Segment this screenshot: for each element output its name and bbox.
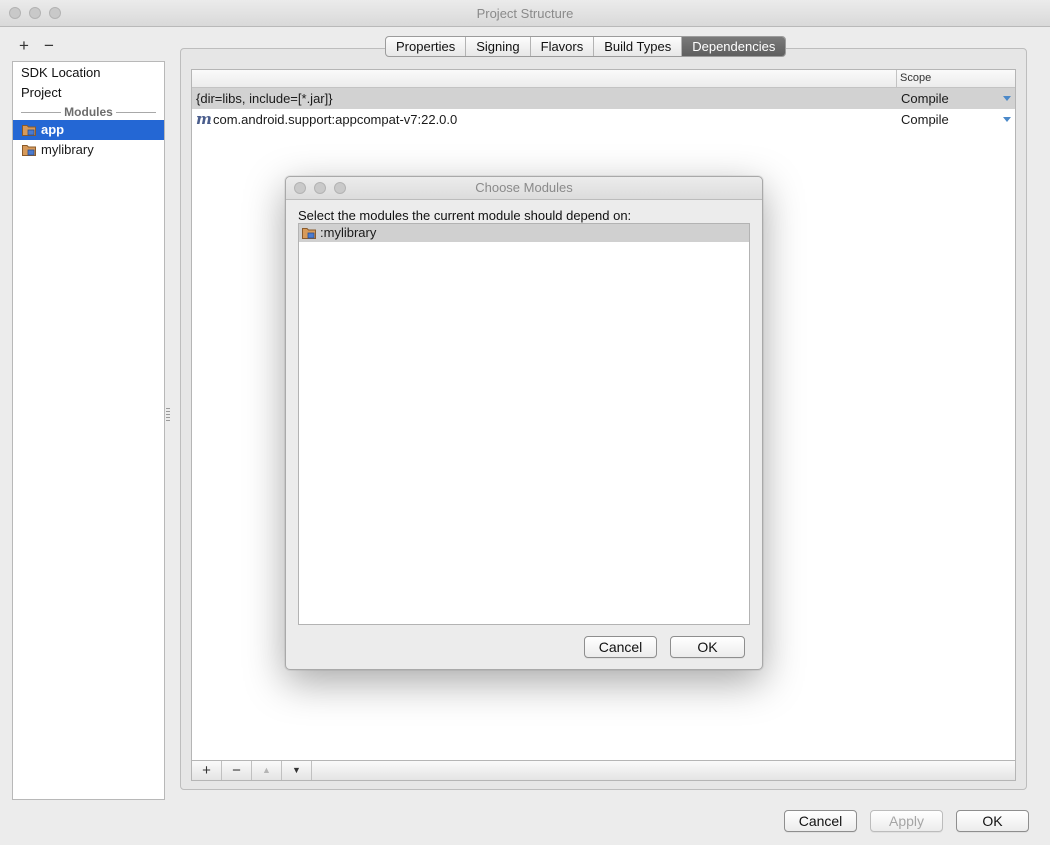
module-label: mylibrary (41, 142, 94, 157)
scope-dropdown-icon[interactable] (1003, 96, 1011, 101)
tab-properties[interactable]: Properties (386, 37, 467, 56)
tab-flavors[interactable]: Flavors (531, 37, 595, 56)
dependency-scope[interactable]: Compile (901, 88, 949, 109)
dialog-title: Choose Modules (475, 180, 573, 195)
dialog-title-bar: Choose Modules (286, 177, 762, 200)
sidebar-item-module-app[interactable]: app (13, 120, 164, 140)
module-folder-icon (22, 125, 36, 136)
dialog-ok-button[interactable]: OK (670, 636, 745, 658)
ok-button[interactable]: OK (956, 810, 1029, 832)
dependency-scope[interactable]: Compile (901, 109, 949, 130)
maven-library-icon: m (196, 110, 212, 128)
tab-dependencies[interactable]: Dependencies (682, 37, 786, 56)
apply-button[interactable]: Apply (870, 810, 943, 832)
tab-signing[interactable]: Signing (466, 37, 531, 56)
table-row[interactable]: m com.android.support:appcompat-v7:22.0.… (192, 109, 1015, 130)
dependencies-toolbar: + − ▲ ▼ (191, 760, 1016, 781)
tab-build-types[interactable]: Build Types (594, 37, 683, 56)
module-folder-icon (302, 228, 316, 239)
module-folder-icon (22, 145, 36, 156)
sidebar-item-module-mylibrary[interactable]: mylibrary (13, 140, 164, 160)
module-label: app (41, 122, 65, 137)
modules-section-header: Modules (13, 104, 164, 120)
dependency-name: com.android.support:appcompat-v7:22.0.0 (213, 112, 458, 127)
module-choice-list: :mylibrary (298, 223, 750, 625)
add-module-button[interactable]: + (19, 36, 29, 56)
modules-header-label: Modules (61, 105, 116, 119)
dialog-cancel-button[interactable]: Cancel (584, 636, 657, 658)
move-up-button[interactable]: ▲ (252, 761, 282, 780)
scope-dropdown-icon[interactable] (1003, 117, 1011, 122)
dialog-prompt: Select the modules the current module sh… (298, 208, 632, 223)
remove-dependency-button[interactable]: − (222, 761, 252, 780)
module-choice-label: :mylibrary (320, 225, 377, 240)
move-down-button[interactable]: ▼ (282, 761, 312, 780)
scope-column-header[interactable]: Scope (896, 70, 931, 87)
splitter-handle[interactable] (166, 408, 170, 422)
sidebar-item-project[interactable]: Project (13, 83, 164, 103)
choose-modules-dialog: Choose Modules Select the modules the cu… (285, 176, 763, 670)
module-settings-tabs: Properties Signing Flavors Build Types D… (385, 36, 787, 57)
dependencies-table-header: Scope (192, 70, 1015, 88)
list-item[interactable]: :mylibrary (299, 224, 749, 242)
add-dependency-button[interactable]: + (192, 761, 222, 780)
window-title: Project Structure (476, 6, 574, 21)
sidebar-item-sdk-location[interactable]: SDK Location (13, 63, 164, 83)
project-structure-sidebar: SDK Location Project Modules app mylibra… (12, 61, 165, 800)
cancel-button[interactable]: Cancel (784, 810, 857, 832)
dependency-name: {dir=libs, include=[*.jar]} (196, 91, 333, 106)
window-title-bar: Project Structure (0, 0, 1050, 27)
table-row[interactable]: {dir=libs, include=[*.jar]} Compile (192, 88, 1015, 109)
remove-module-button[interactable]: − (44, 36, 54, 56)
